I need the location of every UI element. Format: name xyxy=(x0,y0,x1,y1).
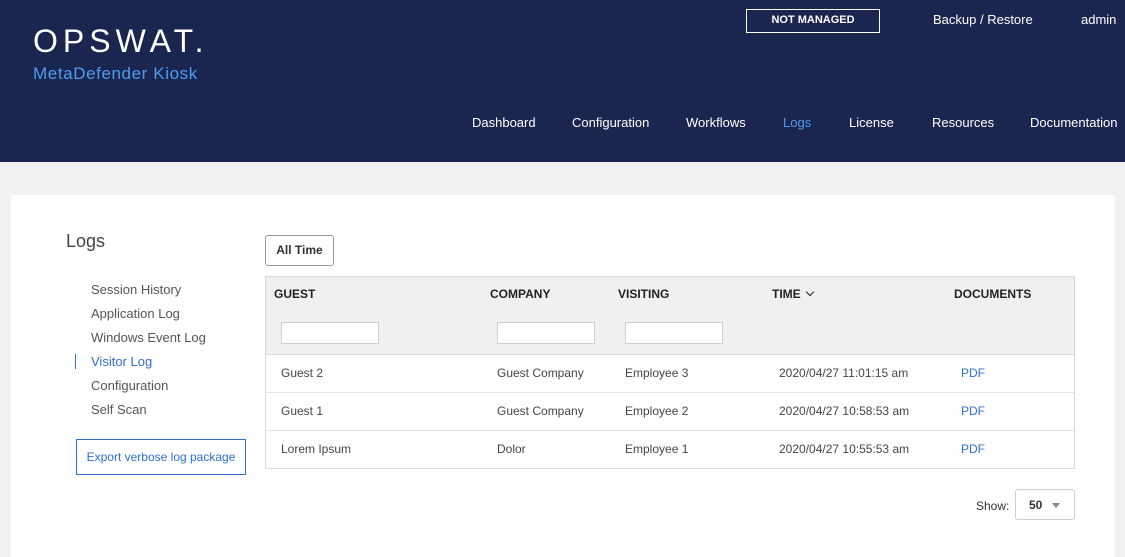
nav-documentation[interactable]: Documentation xyxy=(1030,115,1117,130)
nav-workflows[interactable]: Workflows xyxy=(686,115,746,130)
cell-visiting: Employee 2 xyxy=(625,404,689,418)
column-header-documents: DOCUMENTS xyxy=(954,287,1032,301)
time-range-button[interactable]: All Time xyxy=(265,235,334,266)
column-header-company[interactable]: COMPANY xyxy=(490,287,550,301)
sort-chevron-down-icon xyxy=(805,287,814,297)
active-item-marker xyxy=(75,354,76,369)
caret-down-icon xyxy=(1052,503,1060,508)
backup-restore-link[interactable]: Backup / Restore xyxy=(933,12,1033,27)
cell-company: Guest Company xyxy=(497,404,584,418)
nav-dashboard[interactable]: Dashboard xyxy=(472,115,536,130)
cell-guest: Guest 2 xyxy=(281,366,324,380)
cell-guest: Lorem Ipsum xyxy=(281,442,352,456)
pdf-document-link[interactable]: PDF xyxy=(961,366,985,380)
pdf-document-link[interactable]: PDF xyxy=(961,404,985,418)
pdf-document-link[interactable]: PDF xyxy=(961,442,985,456)
sidebar-item-self-scan[interactable]: Self Scan xyxy=(91,402,147,417)
nav-license[interactable]: License xyxy=(849,115,894,130)
cell-visiting: Employee 1 xyxy=(625,442,689,456)
column-header-time-label: TIME xyxy=(772,287,801,301)
cell-visiting: Employee 3 xyxy=(625,366,689,380)
table-row: Lorem Ipsum Dolor Employee 1 2020/04/27 … xyxy=(266,431,1074,469)
table-row: Guest 1 Guest Company Employee 2 2020/04… xyxy=(266,393,1074,431)
product-name: MetaDefender Kiosk xyxy=(33,64,198,83)
app-header: OPSWAT. MetaDefender Kiosk NOT MANAGED B… xyxy=(0,0,1125,162)
opswat-logo: OPSWAT. xyxy=(33,23,209,59)
cell-time: 2020/04/27 10:55:53 am xyxy=(779,442,910,456)
cell-company: Dolor xyxy=(497,442,526,456)
column-header-guest[interactable]: GUEST xyxy=(274,287,315,301)
table-row: Guest 2 Guest Company Employee 3 2020/04… xyxy=(266,355,1074,393)
visiting-filter-input[interactable] xyxy=(625,322,723,344)
brand[interactable]: OPSWAT. MetaDefender Kiosk xyxy=(33,24,208,84)
column-header-time[interactable]: TIME xyxy=(772,287,814,301)
sidebar-item-configuration[interactable]: Configuration xyxy=(91,378,168,393)
nav-resources[interactable]: Resources xyxy=(932,115,994,130)
page-size-label: Show: xyxy=(976,499,1010,513)
cell-time: 2020/04/27 11:01:15 am xyxy=(779,366,909,380)
management-status-badge: NOT MANAGED xyxy=(746,9,880,33)
cell-company: Guest Company xyxy=(497,366,584,380)
page-size-value: 50 xyxy=(1029,498,1043,512)
sidebar-item-session-history[interactable]: Session History xyxy=(91,282,181,297)
nav-configuration[interactable]: Configuration xyxy=(572,115,649,130)
guest-filter-input[interactable] xyxy=(281,322,379,344)
user-menu[interactable]: admin xyxy=(1081,12,1116,27)
column-header-visiting[interactable]: VISITING xyxy=(618,287,669,301)
table-header: GUEST COMPANY VISITING TIME DOCUMENTS xyxy=(266,277,1074,355)
company-filter-input[interactable] xyxy=(497,322,595,344)
cell-guest: Guest 1 xyxy=(281,404,324,418)
cell-time: 2020/04/27 10:58:53 am xyxy=(779,404,910,418)
page-size-select[interactable]: 50 xyxy=(1015,489,1075,520)
sidebar-item-visitor-log[interactable]: Visitor Log xyxy=(91,354,152,369)
export-verbose-log-button[interactable]: Export verbose log package xyxy=(76,439,246,475)
sidebar-title: Logs xyxy=(66,231,106,251)
nav-logs[interactable]: Logs xyxy=(783,115,811,130)
visitor-log-table: GUEST COMPANY VISITING TIME DOCUMENTS Gu… xyxy=(265,276,1075,469)
sidebar-item-windows-event-log[interactable]: Windows Event Log xyxy=(91,330,206,345)
sidebar-item-application-log[interactable]: Application Log xyxy=(91,306,180,321)
content-card: Logs Session History Application Log Win… xyxy=(11,195,1115,557)
